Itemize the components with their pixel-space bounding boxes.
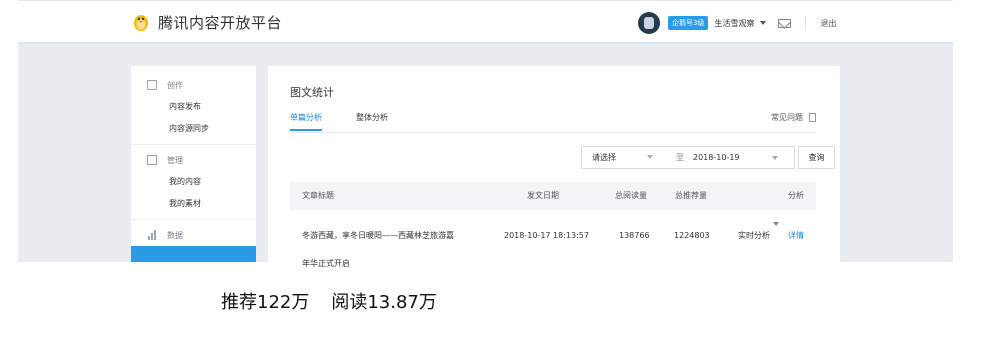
realtime-analysis-label: 实时分析 [738, 231, 770, 240]
start-select[interactable]: 请选择 [582, 152, 667, 163]
sidebar-group-header: 数据 [131, 224, 256, 246]
article-title[interactable]: 冬游西藏，享冬日暖阳——西藏林芝旅游嘉 年华正式开启 [302, 222, 472, 278]
sidebar-item-active[interactable] [131, 246, 256, 262]
total-recommends: 1224803 [674, 231, 710, 240]
faq-label: 常见问题 [771, 113, 803, 122]
sidebar-group-manage: 管理 我的内容 我的素材 [131, 149, 256, 215]
column-header-title: 文章标题 [302, 191, 334, 200]
sidebar-group-header: 管理 [131, 149, 256, 171]
chevron-down-icon [773, 222, 779, 226]
sidebar-group-create: 创作 内容发布 内容源同步 [131, 74, 256, 140]
article-title-line: 年华正式开启 [302, 259, 350, 268]
to-label: 至 [676, 153, 684, 162]
divider [131, 219, 256, 220]
sidebar-group-title: 数据 [167, 230, 183, 240]
penguin-icon [130, 11, 152, 33]
caption-read: 阅读13.87万 [331, 292, 437, 313]
document-icon [809, 113, 816, 122]
edit-icon [147, 80, 157, 90]
sidebar-group-data: 数据 [131, 224, 256, 262]
brand-logo[interactable]: 腾讯内容开放平台 [130, 11, 282, 33]
sidebar: 创作 内容发布 内容源同步 管理 我的内容 我的素材 数据 [131, 66, 256, 262]
tab-bar: 单篇分析 整体分析 常见问题 [290, 112, 816, 133]
column-header-analysis: 分析 [788, 191, 804, 200]
article-title-line: 冬游西藏，享冬日暖阳——西藏林芝旅游嘉 [302, 231, 454, 240]
document-icon [147, 155, 157, 165]
divider [805, 17, 807, 29]
main-panel: 图文统计 单篇分析 整体分析 常见问题 请选择 至 2018-10-19 查询 … [268, 66, 840, 268]
detail-link[interactable]: 详情 [788, 222, 804, 250]
mail-icon[interactable] [778, 18, 792, 28]
user-area: 企鹅号3级 生活雪观察 退出 [638, 11, 836, 35]
total-reads: 138766 [619, 231, 650, 240]
tab-single-analysis[interactable]: 单篇分析 [290, 112, 322, 131]
user-name[interactable]: 生活雪观察 [714, 18, 754, 29]
brand-name: 腾讯内容开放平台 [158, 13, 283, 32]
avatar[interactable] [638, 12, 660, 34]
date-filter: 请选择 至 2018-10-19 [581, 146, 795, 169]
sidebar-group-header: 创作 [131, 74, 256, 96]
sidebar-group-title: 管理 [167, 155, 183, 165]
table-row: 冬游西藏，享冬日暖阳——西藏林芝旅游嘉 年华正式开启 2018-10-17 18… [290, 210, 816, 268]
column-header-reads: 总阅读量 [615, 191, 647, 200]
chevron-down-icon [647, 155, 653, 159]
query-button[interactable]: 查询 [798, 146, 835, 169]
table-header: 文章标题 发文日期 总阅读量 总推荐量 分析 [290, 182, 816, 210]
publish-date: 2018-10-17 18:13:57 [504, 231, 589, 240]
realtime-analysis-dropdown[interactable]: 实时分析 [738, 222, 779, 250]
faq-link[interactable]: 常见问题 [771, 112, 816, 123]
bar-chart-icon [147, 230, 157, 240]
tab-overall-analysis[interactable]: 整体分析 [356, 112, 388, 129]
caption-recommend: 推荐122万 [221, 292, 310, 313]
end-date-value: 2018-10-19 [693, 153, 740, 162]
top-bar: 腾讯内容开放平台 企鹅号3级 生活雪观察 退出 [18, 0, 953, 44]
sidebar-item-source-sync[interactable]: 内容源同步 [131, 118, 256, 140]
sidebar-item-my-materials[interactable]: 我的素材 [131, 193, 256, 215]
divider [131, 144, 256, 145]
sidebar-item-publish[interactable]: 内容发布 [131, 96, 256, 118]
chevron-down-icon [772, 156, 778, 160]
start-select-value: 请选择 [592, 153, 616, 162]
chevron-down-icon[interactable] [760, 21, 767, 25]
page-title: 图文统计 [290, 86, 334, 99]
end-date-select[interactable]: 2018-10-19 [693, 153, 793, 162]
sidebar-group-title: 创作 [167, 80, 183, 90]
caption-text: 推荐122万 阅读13.87万 [221, 288, 459, 314]
logout-link[interactable]: 退出 [820, 18, 836, 29]
column-header-recommends: 总推荐量 [675, 191, 707, 200]
level-badge: 企鹅号3级 [668, 16, 709, 30]
column-header-date: 发文日期 [527, 191, 559, 200]
sidebar-item-my-content[interactable]: 我的内容 [131, 171, 256, 193]
